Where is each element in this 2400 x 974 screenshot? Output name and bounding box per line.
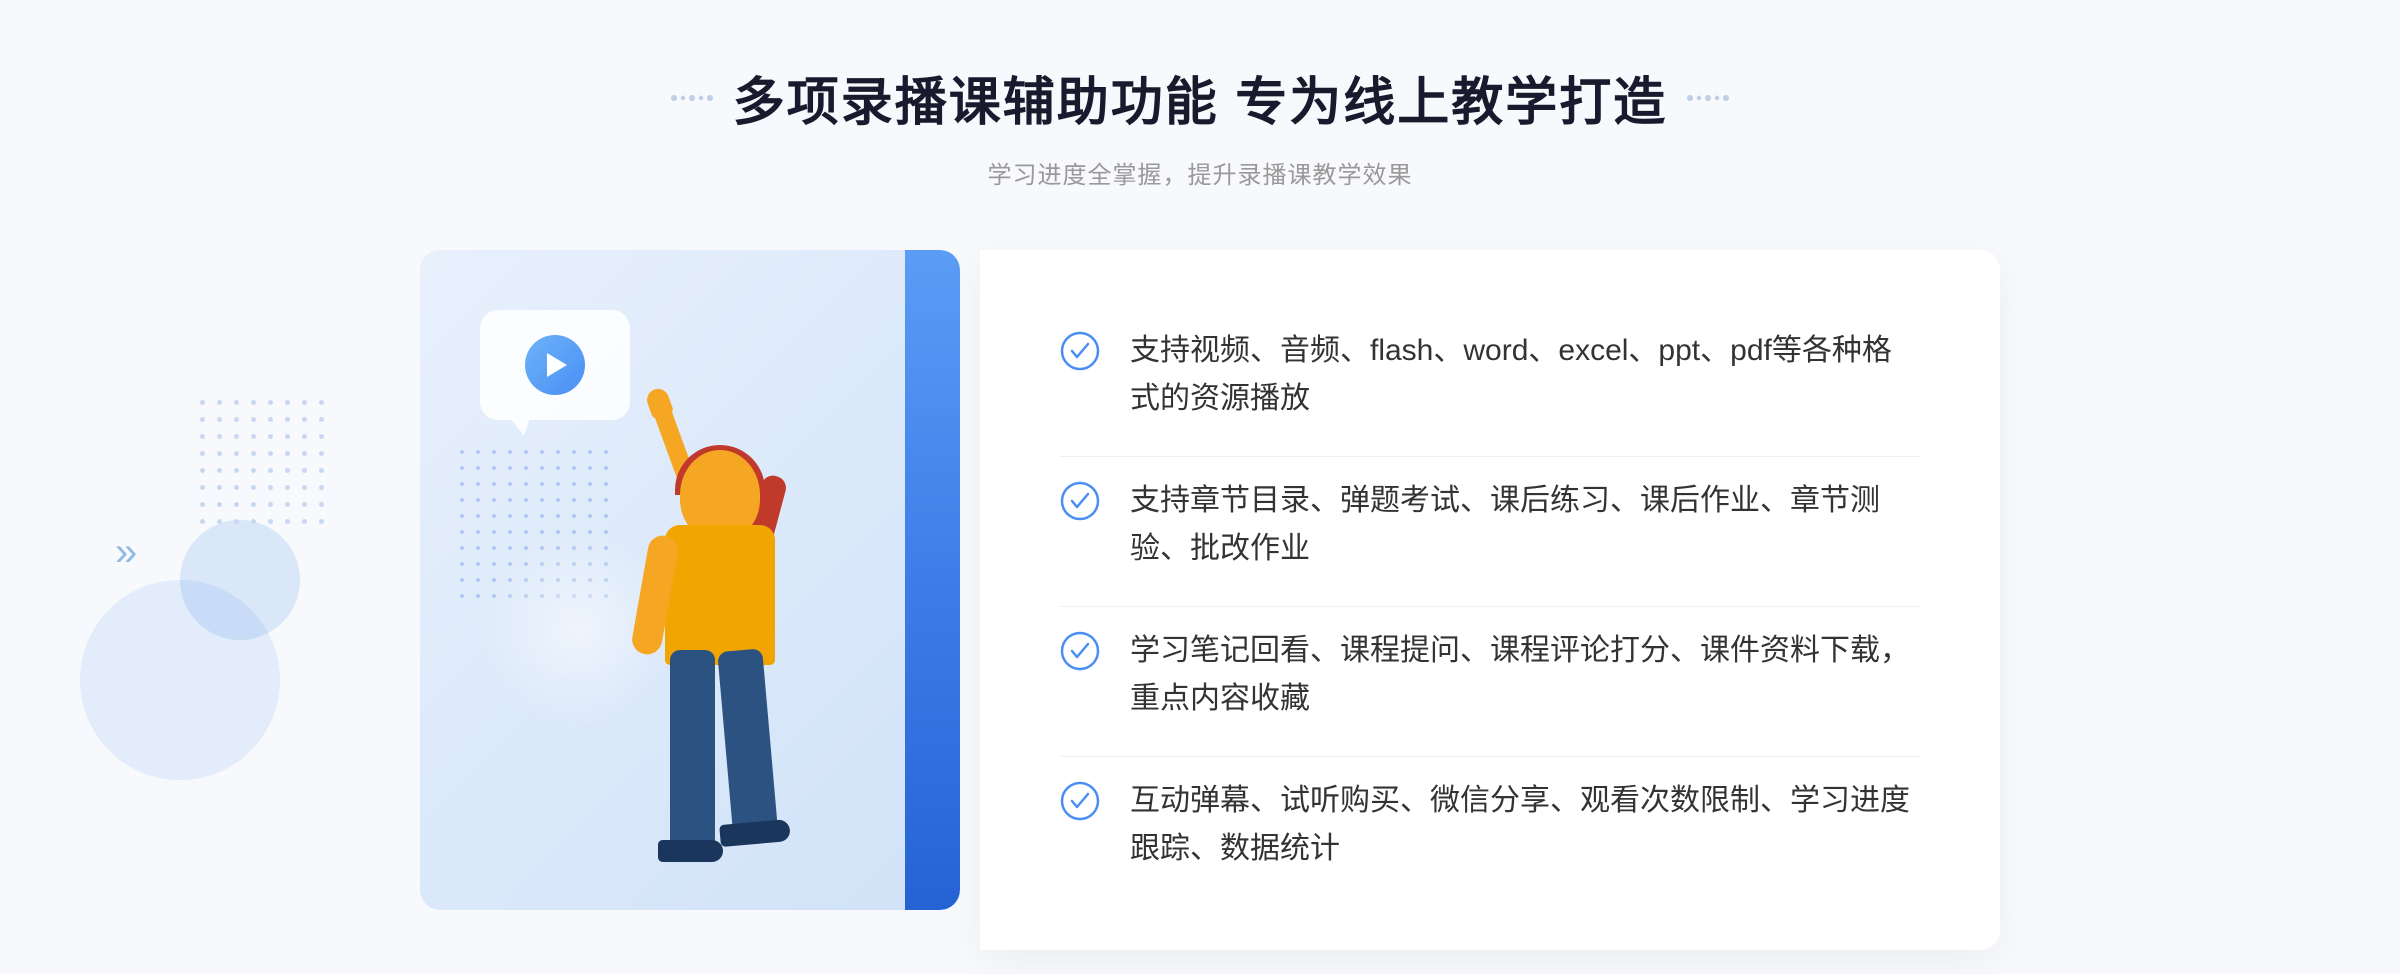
blue-vertical-bar <box>905 250 960 910</box>
header-decorator-right <box>1687 95 1729 101</box>
dot-pattern-left <box>200 400 330 530</box>
decorator-dot-5 <box>1705 95 1711 101</box>
feature-text-2: 支持章节目录、弹题考试、课后练习、课后作业、章节测验、批改作业 <box>1130 477 1920 573</box>
decorator-dot-6 <box>1723 95 1729 101</box>
feature-text-1: 支持视频、音频、flash、word、excel、ppt、pdf等各种格式的资源… <box>1130 327 1920 423</box>
person-figure <box>520 350 840 910</box>
feature-text-3: 学习笔记回看、课程提问、课程评论打分、课件资料下载，重点内容收藏 <box>1130 627 1920 723</box>
feature-item-4: 互动弹幕、试听购买、微信分享、观看次数限制、学习进度跟踪、数据统计 <box>1060 756 1920 893</box>
shoe-right <box>719 819 791 847</box>
person-torso <box>665 525 775 665</box>
illustration-area: « <box>400 250 980 950</box>
feature-text-4: 互动弹幕、试听购买、微信分享、观看次数限制、学习进度跟踪、数据统计 <box>1130 777 1920 873</box>
header-title-wrapper: 多项录播课辅助功能 专为线上教学打造 <box>671 60 1729 135</box>
features-area: 支持视频、音频、flash、word、excel、ppt、pdf等各种格式的资源… <box>980 250 2000 950</box>
header-decorator-left <box>671 95 713 101</box>
decorative-circle-small <box>180 520 300 640</box>
decorator-dot-3 <box>707 95 713 101</box>
check-circle-icon-2 <box>1060 481 1100 521</box>
decorator-diamond-1 <box>680 95 686 101</box>
shoe-left <box>658 840 723 862</box>
feature-item-1: 支持视频、音频、flash、word、excel、ppt、pdf等各种格式的资源… <box>1060 307 1920 443</box>
main-title: 多项录播课辅助功能 专为线上教学打造 <box>733 60 1667 135</box>
check-circle-icon-3 <box>1060 631 1100 671</box>
page-wrapper: » 多项录播课辅助功能 专为线上教学打造 <box>0 0 2400 974</box>
header-subtitle: 学习进度全掌握，提升录播课教学效果 <box>671 155 1729 190</box>
feature-item-2: 支持章节目录、弹题考试、课后练习、课后作业、章节测验、批改作业 <box>1060 456 1920 593</box>
decorator-dot-1 <box>671 95 677 101</box>
feature-item-3: 学习笔记回看、课程提问、课程评论打分、课件资料下载，重点内容收藏 <box>1060 606 1920 743</box>
decorator-dot-4 <box>1687 95 1693 101</box>
leg-left <box>670 650 715 850</box>
illustration-background: « <box>420 250 960 910</box>
decorator-diamond-4 <box>1714 95 1720 101</box>
leg-right <box>717 648 778 831</box>
decorative-arrows-left: » <box>115 530 137 575</box>
check-circle-icon-1 <box>1060 331 1100 371</box>
decorator-dot-2 <box>689 95 695 101</box>
decorator-diamond-2 <box>698 95 704 101</box>
decorator-diamond-3 <box>1696 95 1702 101</box>
check-circle-icon-4 <box>1060 781 1100 821</box>
header-section: 多项录播课辅助功能 专为线上教学打造 学习进度全掌握，提升录播课教学效果 <box>671 60 1729 190</box>
arm-hand <box>644 386 674 420</box>
content-area: « <box>400 250 2000 950</box>
